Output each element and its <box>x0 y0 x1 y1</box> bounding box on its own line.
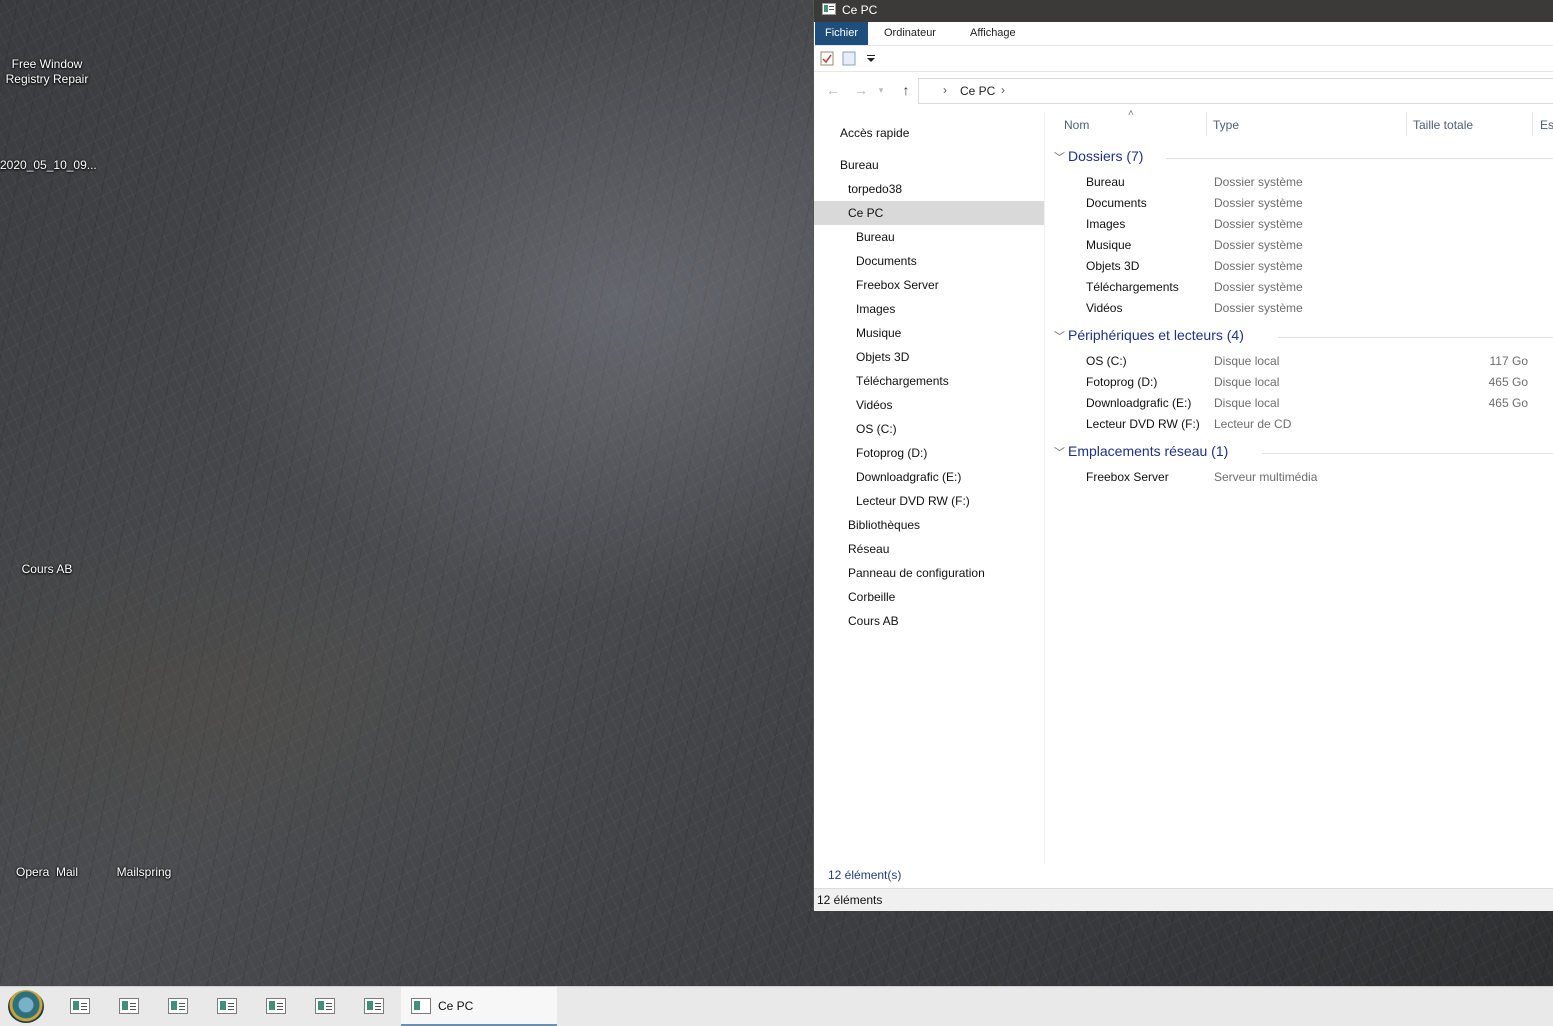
start-button[interactable] <box>8 990 44 1023</box>
explorer-icon <box>70 998 90 1014</box>
taskbar-explorer-button[interactable] <box>154 987 202 1026</box>
group-header-dossiers[interactable]: ﹀ Dossiers (7) <box>1054 148 1143 168</box>
nav-item-torpedo38[interactable]: torpedo38 <box>814 177 1044 201</box>
nav-item-acces-rapide[interactable]: Accès rapide <box>814 121 1044 145</box>
taskbar-explorer-button[interactable] <box>350 987 398 1026</box>
new-folder-icon[interactable] <box>842 50 856 66</box>
breadcrumb-chevron-icon[interactable]: › <box>1001 83 1005 97</box>
nav-item-musique[interactable]: Musique <box>814 321 1044 345</box>
explorer-icon <box>266 998 286 1014</box>
nav-item-telechargements[interactable]: Téléchargements <box>814 369 1044 393</box>
up-arrow-icon[interactable]: ↑ <box>897 81 915 99</box>
desktop-icon-cours-ab[interactable]: Cours AB <box>8 562 86 577</box>
desktop-icon-opera-mail[interactable]: Opera Mail <box>6 865 88 880</box>
list-item[interactable]: Musique Dossier système <box>1046 235 1553 256</box>
nav-item-cours-ab[interactable]: Cours AB <box>814 609 1044 633</box>
taskbar-button-label: Ce PC <box>438 999 474 1013</box>
group-header-emplacements-reseau[interactable]: ﹀ Emplacements réseau (1) <box>1054 443 1228 463</box>
desktop-icon-mailspring[interactable]: Mailspring <box>104 865 184 880</box>
list-item[interactable]: Downloadgrafic (E:) Disque local 465 Go <box>1046 393 1553 414</box>
explorer-icon <box>315 998 335 1014</box>
nav-item-ce-pc[interactable]: Ce PC <box>814 201 1044 225</box>
list-item[interactable]: Freebox Server Serveur multimédia <box>1046 467 1553 488</box>
chevron-down-icon: ﹀ <box>1054 331 1065 343</box>
ribbon-tabs: Fichier Ordinateur Affichage <box>814 22 1553 46</box>
explorer-icon <box>217 998 237 1014</box>
list-item[interactable]: Vidéos Dossier système <box>1046 298 1553 319</box>
group-header-peripheriques[interactable]: ﹀ Périphériques et lecteurs (4) <box>1054 327 1244 347</box>
group-divider <box>1166 158 1553 159</box>
breadcrumb-chevron-icon[interactable]: › <box>943 83 947 97</box>
properties-icon[interactable] <box>820 50 834 66</box>
nav-item-bureau-sub[interactable]: Bureau <box>814 225 1044 249</box>
list-item[interactable]: OS (C:) Disque local 117 Go <box>1046 351 1553 372</box>
navigation-pane: Accès rapide Bureau torpedo38 Ce PC Bure… <box>814 112 1045 864</box>
explorer-icon <box>119 998 139 1014</box>
status-bar: 12 éléments <box>814 888 1553 911</box>
explorer-window: Ce PC Fichier Ordinateur Affichage ← → ▾… <box>813 0 1553 911</box>
recent-dropdown-icon[interactable]: ▾ <box>876 81 886 99</box>
quick-access-toolbar <box>814 46 1553 72</box>
column-divider[interactable] <box>1532 112 1533 136</box>
column-divider[interactable] <box>1406 112 1407 136</box>
nav-item-freebox-server[interactable]: Freebox Server <box>814 273 1044 297</box>
status-bar-item-count: 12 élément(s) <box>828 868 902 882</box>
column-header-nom[interactable]: Nom <box>1064 118 1089 132</box>
nav-item-os-c[interactable]: OS (C:) <box>814 417 1044 441</box>
list-item[interactable]: Bureau Dossier système <box>1046 172 1553 193</box>
nav-item-videos[interactable]: Vidéos <box>814 393 1044 417</box>
explorer-icon <box>411 998 431 1014</box>
taskbar-explorer-button[interactable] <box>203 987 251 1026</box>
chevron-down-icon: ﹀ <box>1054 152 1065 164</box>
taskbar-explorer-button[interactable] <box>301 987 349 1026</box>
list-item[interactable]: Fotoprog (D:) Disque local 465 Go <box>1046 372 1553 393</box>
this-pc-icon <box>822 3 836 15</box>
explorer-icon <box>364 998 384 1014</box>
nav-item-images[interactable]: Images <box>814 297 1044 321</box>
tab-fichier[interactable]: Fichier <box>815 22 869 45</box>
desktop-icon-registry-repair[interactable]: Free Window Registry Repair <box>4 57 90 87</box>
nav-item-reseau[interactable]: Réseau <box>814 537 1044 561</box>
breadcrumb-ce-pc[interactable]: Ce PC <box>960 84 995 98</box>
column-header-type[interactable]: Type <box>1213 118 1239 132</box>
nav-item-documents[interactable]: Documents <box>814 249 1044 273</box>
customize-qat-icon[interactable] <box>864 50 878 66</box>
nav-item-downloadgrafic-e[interactable]: Downloadgrafic (E:) <box>814 465 1044 489</box>
column-divider[interactable] <box>1206 112 1207 136</box>
list-item[interactable]: Images Dossier système <box>1046 214 1553 235</box>
list-item[interactable]: Lecteur DVD RW (F:) Lecteur de CD <box>1046 414 1553 435</box>
taskbar-ce-pc-button[interactable]: Ce PC <box>401 987 557 1026</box>
forward-arrow-icon[interactable]: → <box>852 81 870 99</box>
tab-affichage[interactable]: Affichage <box>960 22 1026 45</box>
back-arrow-icon[interactable]: ← <box>824 81 842 99</box>
explorer-icon <box>168 998 188 1014</box>
list-item[interactable]: Téléchargements Dossier système <box>1046 277 1553 298</box>
window-title: Ce PC <box>842 3 878 17</box>
chevron-down-icon: ﹀ <box>1054 447 1065 459</box>
nav-item-corbeille[interactable]: Corbeille <box>814 585 1044 609</box>
nav-item-panneau-configuration[interactable]: Panneau de configuration <box>814 561 1044 585</box>
content-pane: ˄ Nom Type Taille totale Es ﹀ Dossiers (7… <box>1046 108 1553 864</box>
nav-item-bureau[interactable]: Bureau <box>814 153 1044 177</box>
navigation-bar: ← → ▾ ↑ › Ce PC › <box>814 72 1553 108</box>
desktop-icon-screenshot-file[interactable]: 2020_05_10_09... <box>0 158 97 173</box>
list-item[interactable]: Documents Dossier système <box>1046 193 1553 214</box>
group-divider <box>1262 453 1553 454</box>
taskbar-explorer-button[interactable] <box>252 987 300 1026</box>
taskbar: Ce PC <box>0 986 1553 1026</box>
nav-item-bibliotheques[interactable]: Bibliothèques <box>814 513 1044 537</box>
nav-item-lecteur-dvd-f[interactable]: Lecteur DVD RW (F:) <box>814 489 1044 513</box>
column-header-espace-libre[interactable]: Es <box>1540 118 1553 132</box>
nav-item-fotoprog-d[interactable]: Fotoprog (D:) <box>814 441 1044 465</box>
title-bar[interactable]: Ce PC <box>814 0 1553 22</box>
taskbar-explorer-button[interactable] <box>105 987 153 1026</box>
taskbar-explorer-button[interactable] <box>56 987 104 1026</box>
column-header-taille-totale[interactable]: Taille totale <box>1413 118 1473 132</box>
tab-ordinateur[interactable]: Ordinateur <box>874 22 946 45</box>
nav-item-objets-3d[interactable]: Objets 3D <box>814 345 1044 369</box>
sort-ascending-icon: ˄ <box>1128 108 1134 119</box>
address-bar[interactable]: › Ce PC › <box>918 78 1553 104</box>
group-divider <box>1278 337 1553 338</box>
list-item[interactable]: Objets 3D Dossier système <box>1046 256 1553 277</box>
